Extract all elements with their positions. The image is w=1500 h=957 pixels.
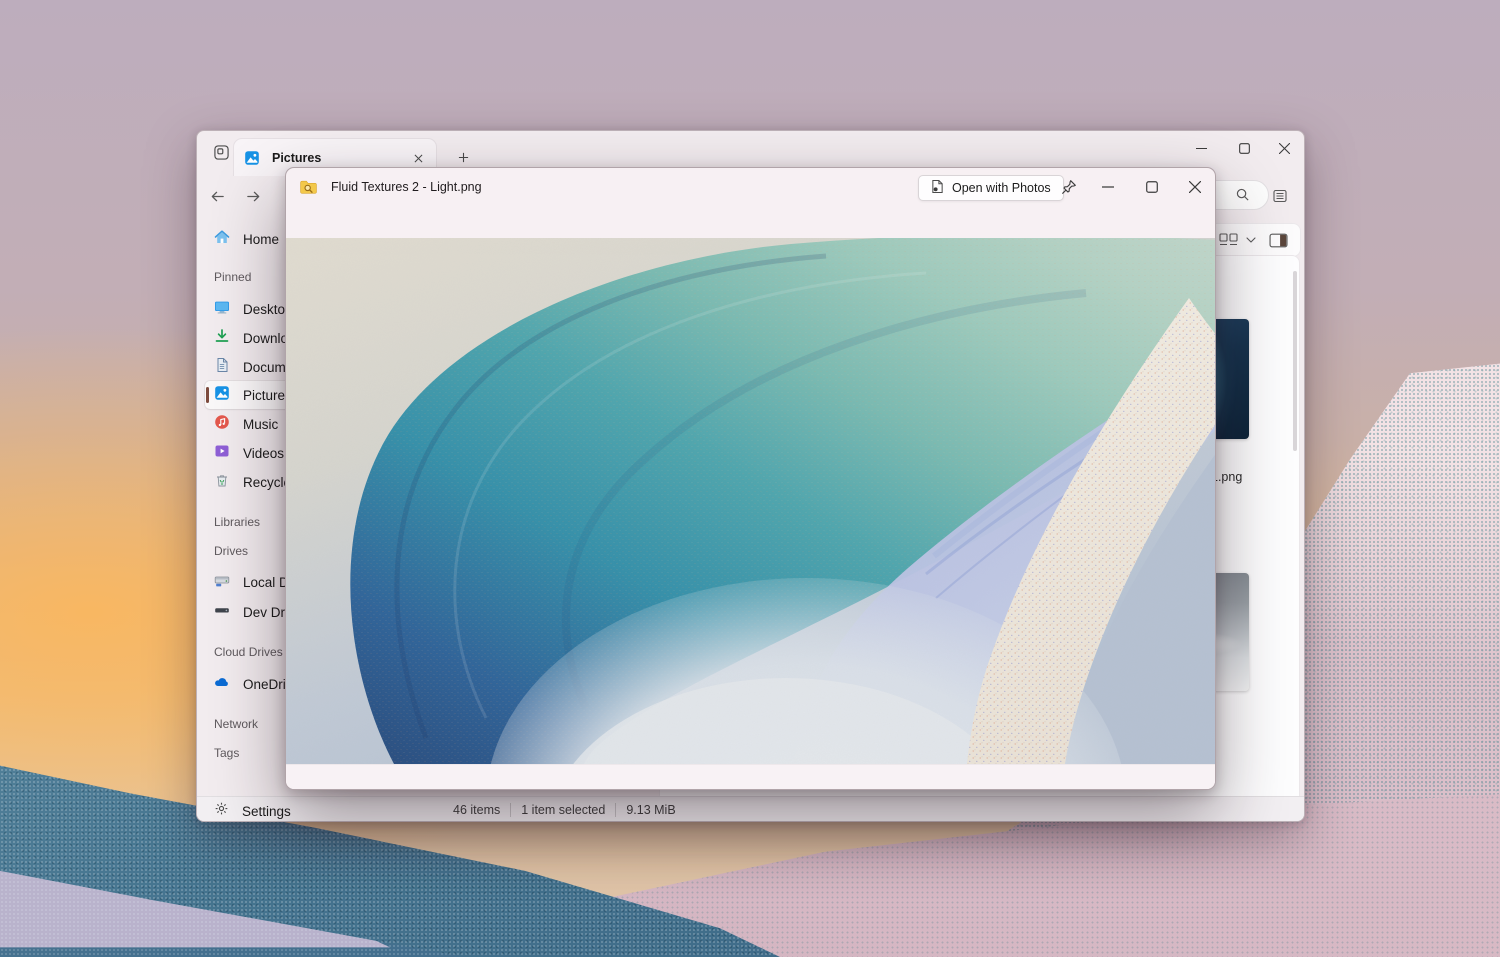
videos-icon	[214, 443, 230, 464]
peek-window-title: Fluid Textures 2 - Light.png	[331, 180, 482, 194]
sidebar-item-label: Settings	[242, 804, 291, 819]
peek-pin-button[interactable]	[1048, 172, 1088, 202]
forward-arrow-icon	[246, 189, 261, 204]
status-bar: 46 items 1 item selected 9.13 MiB	[197, 796, 1304, 822]
pictures-icon	[214, 385, 230, 406]
peek-maximize-button[interactable]	[1132, 172, 1172, 202]
close-icon	[1279, 143, 1290, 154]
dev-drive-icon	[214, 602, 230, 623]
explorer-minimize-button[interactable]	[1181, 133, 1221, 163]
sidebar-section-network[interactable]: Network	[214, 717, 258, 731]
plus-icon	[458, 152, 469, 163]
details-view-button[interactable]	[1267, 183, 1293, 209]
gear-icon	[214, 801, 229, 821]
sidebar-item-label: Music	[243, 417, 278, 432]
sidebar-item-settings[interactable]: Settings	[205, 798, 335, 822]
status-item-count: 46 items	[453, 803, 500, 817]
minimize-icon	[1196, 143, 1207, 154]
sidebar-section-cloud-drives[interactable]: Cloud Drives	[214, 645, 283, 659]
back-button[interactable]	[203, 182, 231, 210]
pin-icon	[1060, 179, 1077, 196]
peek-app-icon	[299, 179, 318, 201]
peek-footer-bar	[286, 764, 1216, 790]
details-list-icon	[1272, 188, 1288, 204]
onedrive-cloud-icon	[214, 674, 230, 695]
close-icon	[414, 154, 423, 163]
status-selection: 1 item selected	[521, 803, 605, 817]
sidebar-section-tags[interactable]: Tags	[214, 746, 239, 760]
maximize-icon	[1239, 143, 1250, 154]
view-options-button[interactable]	[1215, 228, 1261, 252]
peek-close-button[interactable]	[1175, 172, 1215, 202]
home-icon	[214, 229, 230, 250]
preview-pane-icon	[1269, 232, 1288, 249]
view-options-icon	[1217, 231, 1259, 249]
open-with-photos-button[interactable]: Open with Photos	[918, 175, 1064, 201]
hard-drive-icon	[214, 572, 230, 593]
sidebar-item-label: Home	[243, 232, 279, 247]
open-with-photos-label: Open with Photos	[952, 181, 1051, 195]
search-icon	[1235, 187, 1250, 207]
recycle-bin-icon	[214, 472, 230, 493]
back-arrow-icon	[210, 189, 225, 204]
minimize-icon	[1102, 181, 1114, 193]
peek-preview-window: Fluid Textures 2 - Light.png Open with P…	[285, 167, 1216, 790]
status-divider	[615, 803, 616, 817]
sidebar-section-pinned[interactable]: Pinned	[214, 270, 251, 284]
maximize-icon	[1146, 181, 1158, 193]
close-icon	[1189, 181, 1201, 193]
sidebar-section-libraries[interactable]: Libraries	[214, 515, 260, 529]
sidebar-section-drives[interactable]: Drives	[214, 544, 248, 558]
status-divider	[510, 803, 511, 817]
music-icon	[214, 414, 230, 435]
preview-pane-toggle-button[interactable]	[1265, 228, 1291, 252]
downloads-icon	[214, 328, 230, 349]
sidebar-item-label: Videos	[243, 446, 284, 461]
tab-list-icon	[213, 144, 230, 166]
tab-list-button[interactable]	[207, 141, 235, 169]
status-size: 9.13 MiB	[626, 803, 675, 817]
file-name-label[interactable]: 1.png	[1211, 470, 1255, 484]
pictures-tab-icon	[244, 150, 260, 166]
explorer-maximize-button[interactable]	[1224, 133, 1264, 163]
tab-label: Pictures	[272, 151, 321, 165]
peek-minimize-button[interactable]	[1088, 172, 1128, 202]
desktop-icon	[214, 299, 230, 320]
selection-accent-pill	[206, 387, 209, 403]
image-preview-fluid-textures	[286, 238, 1216, 764]
scrollbar-thumb[interactable]	[1293, 271, 1297, 451]
documents-icon	[214, 357, 230, 378]
desktop: Pictures	[0, 0, 1500, 957]
photos-file-icon	[931, 179, 944, 197]
forward-button[interactable]	[239, 182, 267, 210]
explorer-close-button[interactable]	[1264, 133, 1304, 163]
tab-close-button[interactable]	[408, 148, 428, 168]
